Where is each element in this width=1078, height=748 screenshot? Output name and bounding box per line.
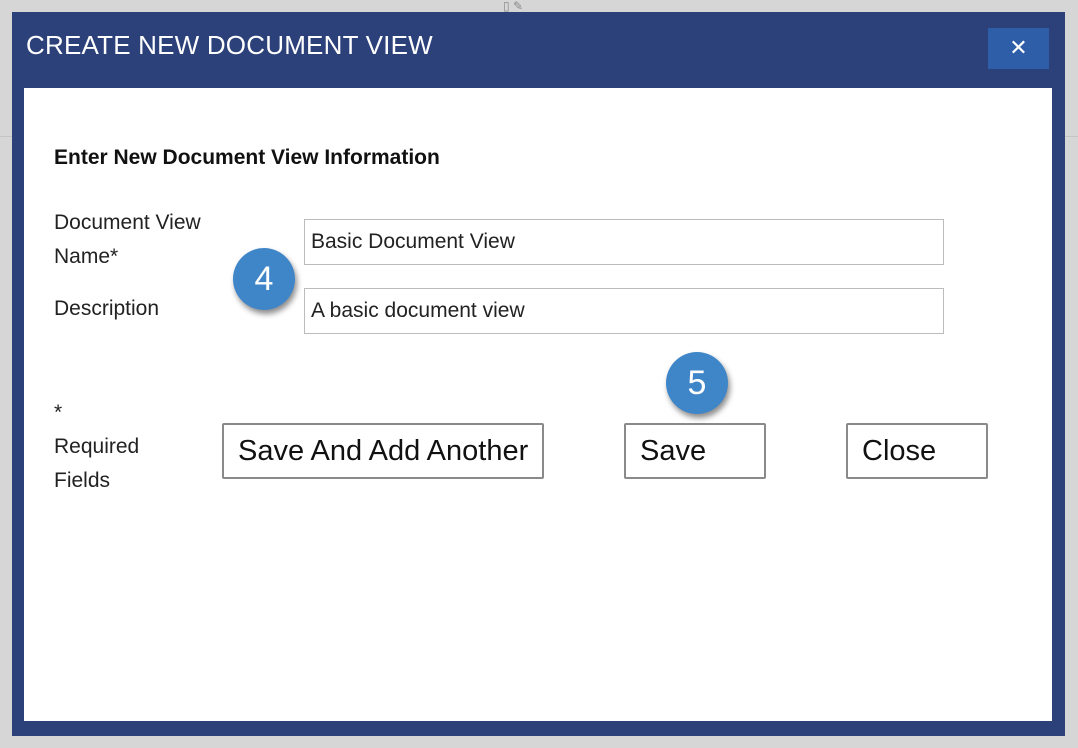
required-fields-text: Required Fields (54, 435, 140, 492)
form-heading: Enter New Document View Information (54, 146, 440, 169)
description-label: Description (54, 297, 160, 320)
toolbar-icons-partial: ▯ ✎ (503, 0, 523, 13)
dialog-title: CREATE NEW DOCUMENT VIEW (26, 30, 433, 60)
save-and-add-another-button[interactable]: Save And Add Another (222, 423, 544, 479)
step-callout-5: 5 (666, 352, 728, 414)
description-input[interactable] (304, 288, 944, 334)
required-star: * (54, 401, 63, 424)
close-icon: ✕ (1009, 36, 1028, 61)
dialog-close-button[interactable]: ✕ (988, 28, 1049, 69)
document-view-name-label: Document View Name* (54, 211, 201, 268)
create-document-view-dialog: CREATE NEW DOCUMENT VIEW ✕ Enter New Doc… (12, 12, 1065, 736)
save-button[interactable]: Save (624, 423, 766, 479)
step-callout-4: 4 (233, 248, 295, 310)
close-button[interactable]: Close (846, 423, 988, 479)
document-view-name-input[interactable] (304, 219, 944, 265)
required-fields-note: * Required Fields (54, 396, 164, 498)
dialog-body: Enter New Document View Information Docu… (24, 88, 1052, 721)
